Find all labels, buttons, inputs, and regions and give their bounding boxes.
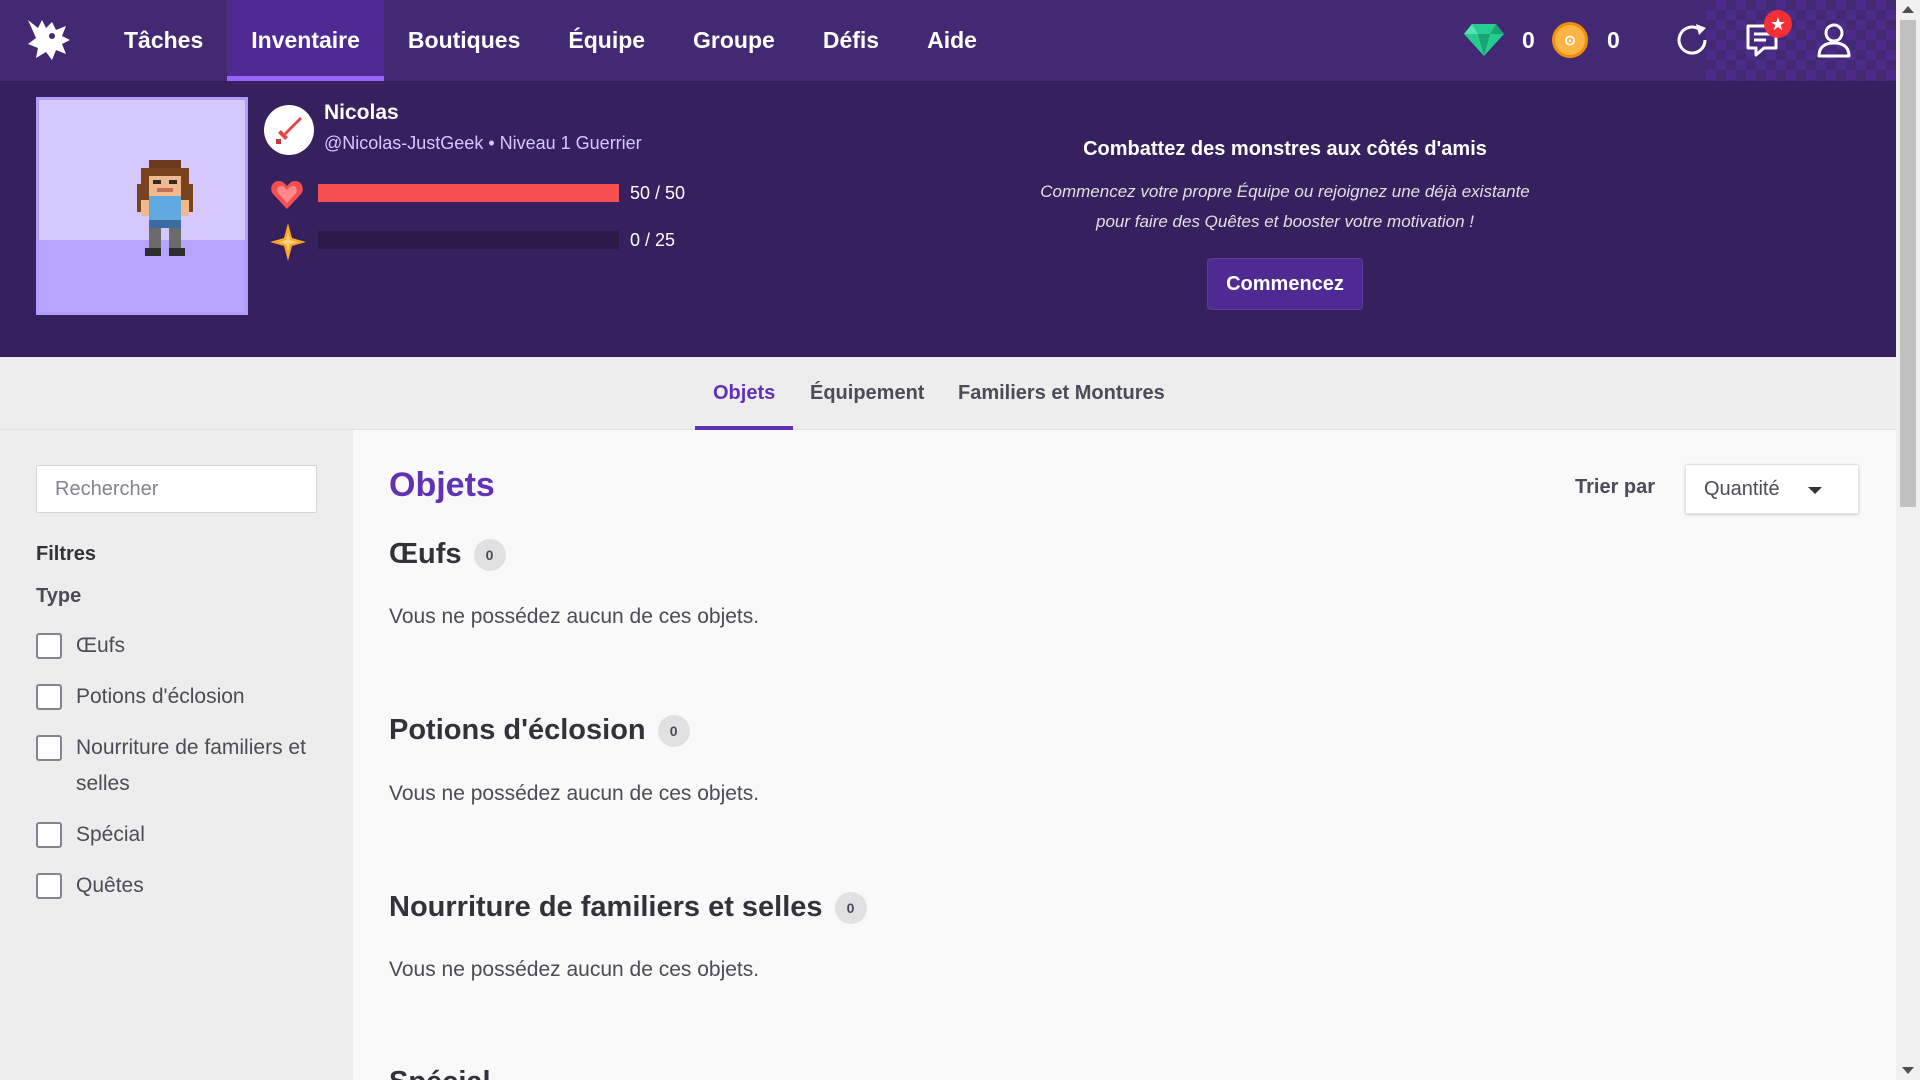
page-title: Objets (389, 466, 495, 504)
filter-potions-label[interactable]: Potions d'éclosion (76, 679, 326, 715)
sword-icon (276, 117, 302, 144)
nav-item-defis[interactable]: Défis (799, 0, 903, 81)
section-oeufs-count: 0 (473, 538, 506, 571)
health-value: 50 / 50 (630, 183, 686, 203)
filter-special-label[interactable]: Spécial (76, 817, 326, 853)
filter-potions-checkbox[interactable] (36, 684, 62, 710)
experience-bar (318, 231, 619, 249)
health-bar-fill (318, 184, 619, 202)
party-promo-description: Commencez votre propre Équipe ou rejoign… (1000, 177, 1570, 237)
nav-menu: Tâches Inventaire Boutiques Équipe Group… (100, 0, 1001, 81)
gold-coin-symbol: ⊙ (1564, 31, 1576, 48)
nav-pattern-decoration (1706, 0, 1896, 81)
type-heading: Type (36, 585, 82, 607)
top-navigation: Tâches Inventaire Boutiques Équipe Group… (0, 0, 1896, 81)
section-nourriture-empty: Vous ne possédez aucun de ces objets. (389, 958, 760, 981)
inventory-tabs: Objets Équipement Familiers et Montures (0, 357, 1896, 430)
filter-oeufs-checkbox[interactable] (36, 633, 62, 659)
filter-quetes-checkbox[interactable] (36, 873, 62, 899)
filter-quetes-label[interactable]: Quêtes (76, 868, 326, 904)
filter-oeufs-label[interactable]: Œufs (76, 628, 326, 664)
items-main: Objets Trier par Quantité Œufs 0 Vous ne… (353, 430, 1896, 1080)
avatar[interactable] (36, 97, 248, 315)
party-promo-desc-line1: Commencez votre propre Équipe ou rejoign… (1040, 182, 1530, 201)
section-title-special: Spécial (389, 1066, 491, 1080)
section-oeufs-label: Œufs (389, 538, 462, 570)
warrior-class-badge (264, 105, 314, 155)
username: Nicolas (324, 101, 399, 124)
search-input[interactable] (36, 465, 317, 513)
party-promo-title: Combattez des monstres aux côtés d'amis (1083, 138, 1487, 160)
experience-star-icon (270, 223, 306, 261)
section-potions-empty: Vous ne possédez aucun de ces objets. (389, 782, 760, 805)
filters-heading: Filtres (36, 543, 97, 565)
sort-dropdown[interactable]: Quantité (1685, 464, 1859, 514)
section-potions-label: Potions d'éclosion (389, 714, 646, 746)
filter-nourriture-label[interactable]: Nourriture de familiers et selles (76, 730, 326, 802)
section-potions-count: 0 (657, 714, 690, 747)
filter-potions[interactable]: Potions d'éclosion (36, 684, 326, 715)
nav-item-groupe[interactable]: Groupe (669, 0, 799, 81)
experience-value: 0 / 25 (630, 230, 676, 250)
notification-star-badge: ★ (1764, 10, 1792, 38)
nav-item-taches[interactable]: Tâches (100, 0, 227, 81)
gryphon-logo-icon[interactable] (22, 14, 74, 66)
section-oeufs-empty: Vous ne possédez aucun de ces objets. (389, 605, 760, 628)
filter-oeufs[interactable]: Œufs (36, 633, 326, 664)
filter-special[interactable]: Spécial (36, 822, 326, 853)
sync-icon[interactable] (1672, 20, 1712, 60)
section-title-nourriture: Nourriture de familiers et selles 0 (389, 891, 867, 924)
sort-label: Trier par (1575, 476, 1656, 498)
start-party-button[interactable]: Commencez (1207, 258, 1363, 310)
gem-icon (1464, 24, 1504, 56)
sort-dropdown-value: Quantité (1704, 477, 1780, 500)
user-profile-icon[interactable] (1814, 20, 1854, 60)
tab-familiers-montures[interactable]: Familiers et Montures (958, 357, 1165, 430)
caret-down-icon (1808, 487, 1822, 494)
tab-equipement[interactable]: Équipement (810, 357, 924, 430)
user-header: Nicolas @Nicolas-JustGeek • Niveau 1 Gue… (0, 81, 1896, 357)
tab-objets[interactable]: Objets (694, 357, 794, 430)
health-heart-icon (271, 181, 303, 209)
gold-count: 0 (1607, 27, 1620, 53)
section-title-potions: Potions d'éclosion 0 (389, 714, 690, 747)
section-special-label: Spécial (389, 1066, 491, 1080)
nav-item-boutiques[interactable]: Boutiques (384, 0, 544, 81)
user-handle-level: @Nicolas-JustGeek • Niveau 1 Guerrier (324, 133, 642, 153)
scrollbar-thumb[interactable] (1900, 20, 1916, 507)
nav-item-inventaire[interactable]: Inventaire (227, 0, 384, 81)
section-nourriture-label: Nourriture de familiers et selles (389, 891, 823, 923)
scroll-up-arrow-icon[interactable] (1902, 6, 1914, 13)
section-title-oeufs: Œufs 0 (389, 538, 506, 571)
filter-nourriture-checkbox[interactable] (36, 735, 62, 761)
scroll-down-arrow-icon[interactable] (1902, 1067, 1914, 1074)
party-promo-desc-line2: pour faire des Quêtes et booster votre m… (1096, 212, 1474, 231)
avatar-sprite-icon (137, 160, 193, 256)
filter-nourriture[interactable]: Nourriture de familiers et selles (36, 735, 326, 802)
filter-sidebar: Filtres Type Œufs Potions d'éclosion Nou… (0, 430, 353, 1080)
health-bar (318, 184, 619, 202)
gem-count: 0 (1522, 27, 1535, 53)
filter-special-checkbox[interactable] (36, 822, 62, 848)
habitica-app: Tâches Inventaire Boutiques Équipe Group… (0, 0, 1920, 1080)
filter-quetes[interactable]: Quêtes (36, 873, 326, 904)
nav-item-aide[interactable]: Aide (903, 0, 1001, 81)
gold-coin-icon: ⊙ (1552, 22, 1588, 58)
section-nourriture-count: 0 (834, 891, 867, 924)
page-scrollbar[interactable] (1896, 0, 1920, 1080)
nav-item-equipe[interactable]: Équipe (544, 0, 669, 81)
